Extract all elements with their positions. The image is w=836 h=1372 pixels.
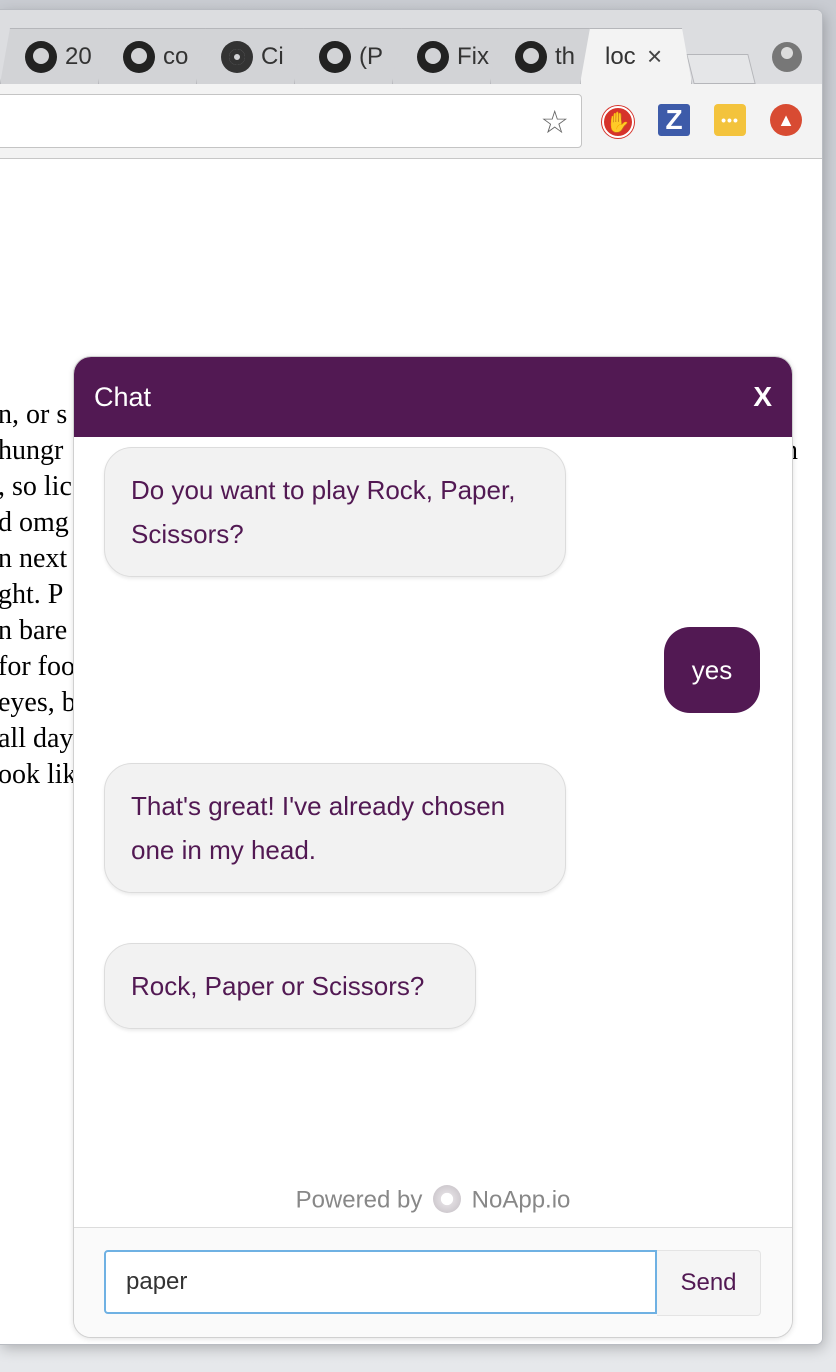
page-text-line: n next	[0, 543, 68, 574]
github-icon	[123, 41, 155, 73]
z-extension-icon[interactable]: Z	[658, 104, 690, 136]
page-text-line: all day	[0, 723, 74, 754]
bot-message: That's great! I've already chosen one in…	[104, 763, 566, 893]
tab-title: Fix	[457, 42, 489, 70]
chat-close-button[interactable]: X	[753, 381, 772, 413]
github-icon	[515, 41, 547, 73]
page-text-line: for foo	[0, 651, 75, 682]
upload-extension-icon[interactable]: ▲	[770, 104, 802, 136]
adblock-extension-icon[interactable]: ✋	[602, 106, 634, 138]
powered-by: Powered by NoApp.io	[74, 1185, 792, 1217]
chat-composer: Send	[74, 1227, 792, 1337]
message-input[interactable]	[104, 1250, 657, 1314]
tab-active[interactable]: loc ×	[580, 28, 692, 84]
page-text-line: ght. P	[0, 579, 64, 610]
github-icon	[25, 41, 57, 73]
tab-title: Ci	[261, 42, 284, 70]
page-text-line: ook lik	[0, 759, 77, 790]
user-message: yes	[664, 627, 760, 713]
tab-title: loc	[605, 42, 636, 70]
browser-toolbar: ☆ ✋ Z ••• ▲	[0, 84, 822, 159]
bookmark-star-icon[interactable]: ☆	[540, 103, 569, 141]
send-button[interactable]: Send	[657, 1250, 761, 1316]
address-bar[interactable]: ☆	[0, 94, 582, 148]
profile-icon[interactable]	[772, 42, 802, 72]
bot-message: Rock, Paper or Scissors?	[104, 943, 476, 1029]
github-icon	[319, 41, 351, 73]
bot-message: Do you want to play Rock, Paper, Scissor…	[104, 447, 566, 577]
page-text-line: n bare	[0, 615, 68, 646]
tab-strip: 20 co Ci (P Fix th loc ×	[0, 10, 822, 85]
page-text-line: eyes, b	[0, 687, 76, 718]
tab-title: co	[163, 42, 189, 70]
noapp-logo-icon	[433, 1185, 461, 1213]
chat-header: Chat X	[74, 357, 792, 437]
powered-by-label: Powered by	[295, 1186, 423, 1214]
page-text-line: hungr	[0, 435, 64, 466]
chat-widget: Chat X Do you want to play Rock, Paper, …	[73, 356, 793, 1338]
close-tab-icon[interactable]: ×	[647, 41, 662, 72]
new-tab-button[interactable]	[686, 54, 756, 84]
chat-title: Chat	[94, 381, 152, 412]
tab-title: 20	[65, 42, 92, 70]
browser-window: 20 co Ci (P Fix th loc × ☆ ✋ Z ••• ▲ n, …	[0, 10, 822, 1344]
page-text-line: n, or s	[0, 399, 68, 430]
circleci-icon	[221, 41, 253, 73]
github-icon	[417, 41, 449, 73]
powered-by-brand[interactable]: NoApp.io	[472, 1186, 571, 1213]
tab-title: (P	[359, 42, 383, 70]
page-text-line: , so lic	[0, 471, 72, 502]
page-text-line: d omg	[0, 507, 69, 538]
dots-extension-icon[interactable]: •••	[714, 104, 746, 136]
